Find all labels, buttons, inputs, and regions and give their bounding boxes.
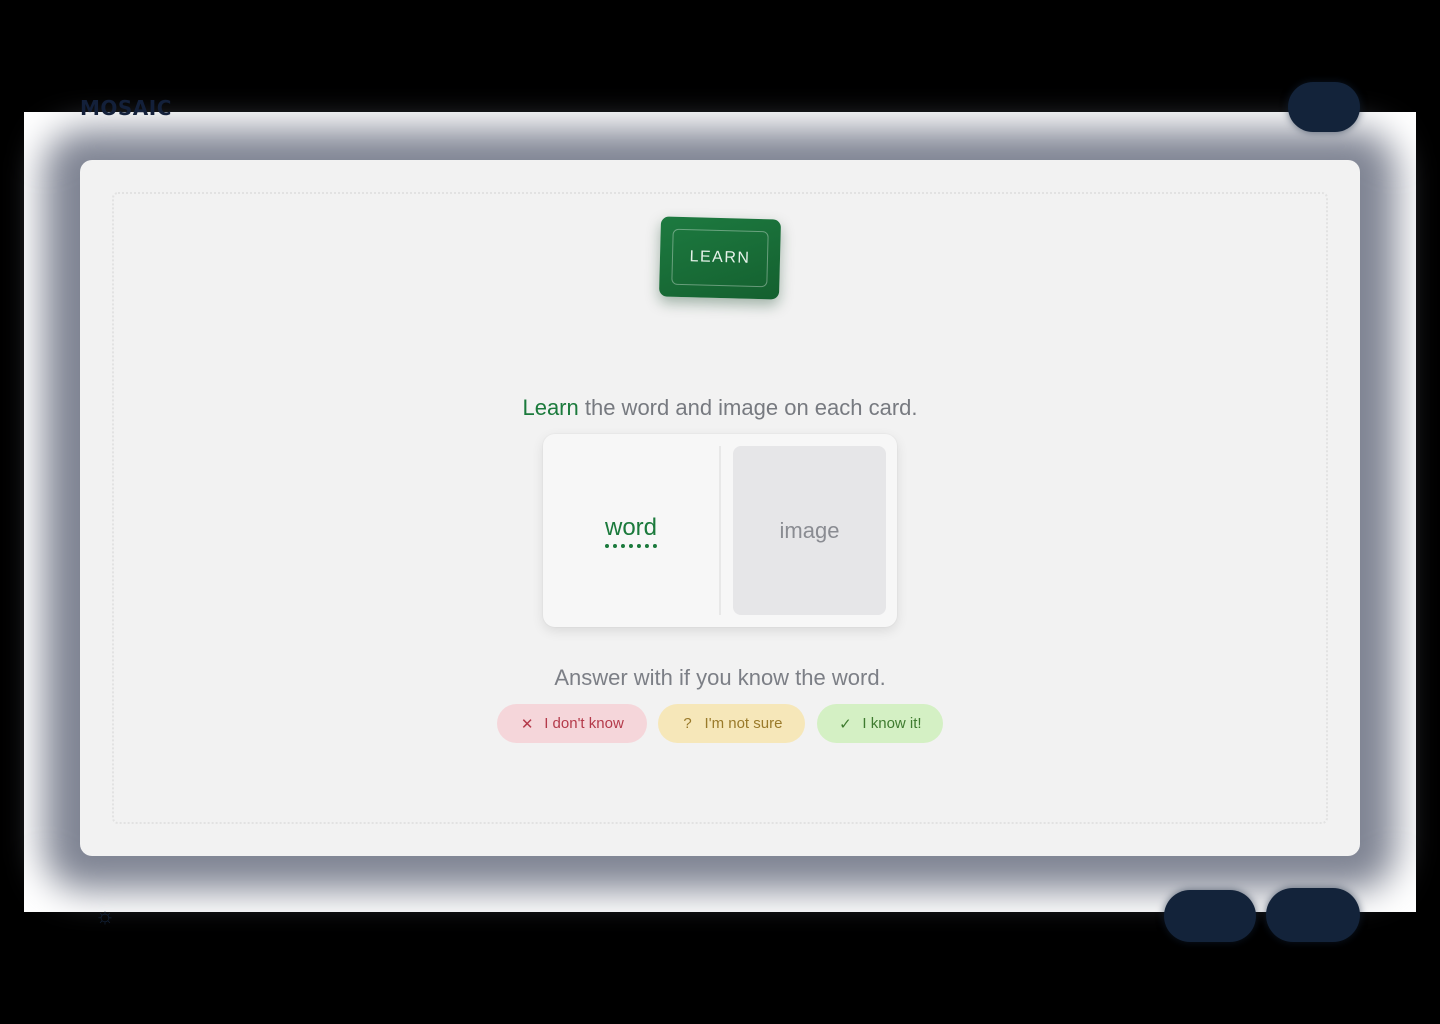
flash-card[interactable]: word image [543, 434, 897, 627]
know-it-label: I know it! [862, 715, 922, 732]
question-icon: ? [683, 715, 692, 732]
card-word: word [604, 514, 658, 548]
instruction-accent: Learn [522, 395, 579, 420]
card-word-side: word [543, 434, 719, 627]
know-it-button[interactable]: ✓ I know it! [817, 704, 943, 743]
learn-mode-badge: LEARN [658, 216, 782, 300]
answer-prompt: Answer with if you know the word. [554, 665, 886, 690]
settings-icon[interactable]: ☼ [92, 903, 118, 929]
dont-know-button[interactable]: ✕ I don't know [497, 704, 647, 743]
secondary-action-button[interactable] [1164, 890, 1256, 942]
instruction-rest: the word and image on each card. [578, 395, 918, 420]
mode-badge-label: LEARN [671, 228, 769, 288]
not-sure-button[interactable]: ? I'm not sure [658, 704, 805, 743]
app-logo: MOSAIC [80, 96, 172, 120]
menu-button[interactable] [1288, 82, 1360, 132]
card-divider [719, 446, 721, 615]
instruction-text: Learn the word and image on each card. [400, 395, 1040, 421]
primary-action-button[interactable] [1266, 888, 1360, 942]
card-image-placeholder: image [733, 446, 886, 615]
check-icon: ✓ [839, 715, 852, 733]
x-icon: ✕ [520, 715, 534, 733]
not-sure-label: I'm not sure [704, 715, 783, 732]
dont-know-label: I don't know [544, 715, 624, 732]
